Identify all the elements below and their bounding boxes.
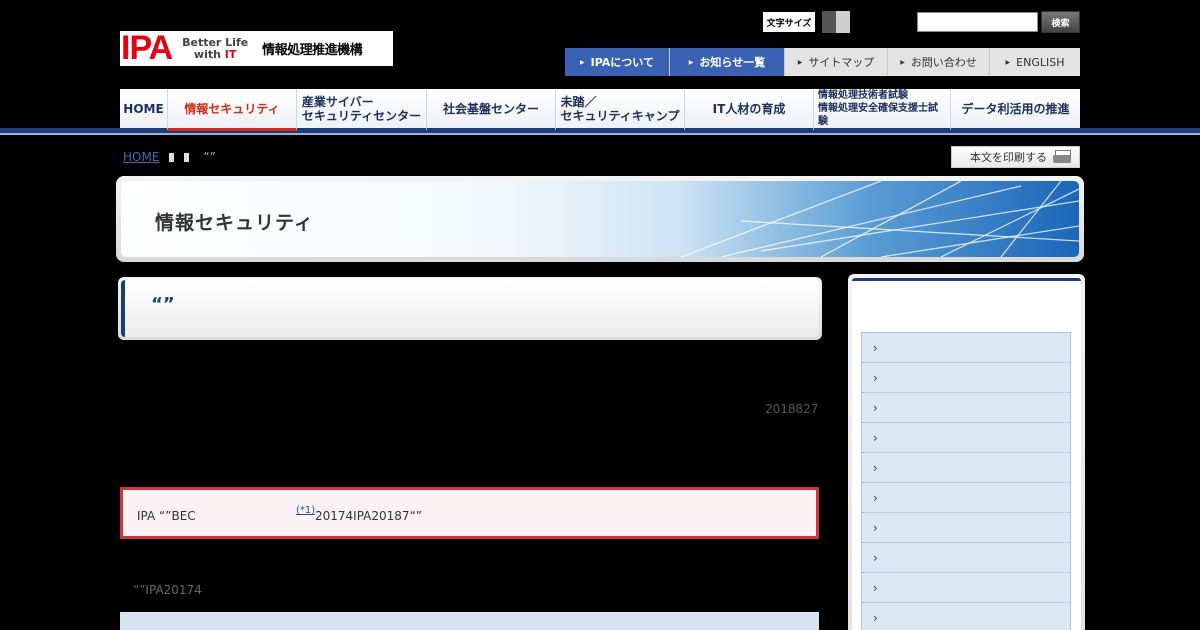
chevron-right-icon: ›	[873, 370, 878, 385]
chevron-right-icon: ›	[873, 520, 878, 535]
logo-mark: IPA	[121, 29, 173, 67]
sidebar-item[interactable]: ›	[862, 483, 1070, 513]
utility-item-contact[interactable]: ▶ お問い合わせ	[888, 48, 990, 76]
utility-item-english[interactable]: ▶ ENGLISH	[990, 48, 1080, 76]
sidebar-inner: › › › › › › › › › ›	[852, 278, 1081, 630]
triangle-icon: ▶	[1005, 58, 1011, 66]
utility-item-about[interactable]: ▶ IPAについて	[565, 48, 670, 76]
breadcrumb: HOME “”	[123, 150, 216, 164]
logo-tag-line2a: with	[193, 47, 225, 61]
ipa-logo[interactable]: IPA Better Life with IT 情報処理推進機構	[120, 31, 393, 66]
utility-item-sitemap[interactable]: ▶ サイトマップ	[785, 48, 888, 76]
gnav-it-hr[interactable]: IT人材の育成	[685, 89, 814, 131]
sidebar-item[interactable]: ›	[862, 603, 1070, 630]
logo-tagline: Better Life with IT	[176, 36, 254, 61]
gnav-label: 社会基盤センター	[442, 101, 539, 116]
gnav-exam[interactable]: 情報処理技術者試験 情報処理安全確保支援士試験	[814, 89, 951, 131]
utility-label: お知らせ一覧	[699, 56, 766, 69]
gnav-label: 情報セキュリティ	[184, 101, 280, 116]
gnav-label: HOME	[123, 101, 164, 116]
body-paragraph: “”IPA20174	[133, 583, 202, 597]
font-size-label: 文字サイズ	[763, 12, 815, 32]
gnav-label: 情報処理技術者試験 情報処理安全確保支援士試験	[818, 90, 938, 127]
breadcrumb-current: “”	[203, 150, 216, 164]
notice-text-2: 20174IPA20187“”	[315, 509, 422, 523]
gnav-social-infra[interactable]: 社会基盤センター	[427, 89, 556, 131]
chevron-right-icon: ›	[873, 490, 878, 505]
triangle-icon: ▶	[688, 58, 694, 66]
page-heading-box: “”	[118, 277, 822, 340]
sidebar-item[interactable]: ›	[862, 543, 1070, 573]
notice-box: IPA “”BEC (*1) 20174IPA20187“”	[120, 487, 819, 539]
chevron-right-icon: ›	[873, 430, 878, 445]
utility-item-news[interactable]: ▶ お知らせ一覧	[670, 48, 785, 76]
gnav-label: 未踏／ セキュリティキャンプ	[560, 94, 680, 123]
gnav-security[interactable]: 情報セキュリティ	[168, 89, 297, 131]
search-button[interactable]: 検索	[1041, 11, 1080, 33]
notice-text-1: IPA “”BEC	[137, 509, 196, 523]
gnav-label: 産業サイバー セキュリティセンター	[301, 94, 422, 123]
printer-icon	[1053, 150, 1071, 164]
sidebar-item[interactable]: ›	[862, 573, 1070, 603]
breadcrumb-separator-icon	[169, 152, 175, 162]
section-banner: 情報セキュリティ	[116, 176, 1084, 262]
sidebar-item[interactable]: ›	[862, 423, 1070, 453]
chevron-right-icon: ›	[873, 610, 878, 625]
print-button[interactable]: 本文を印刷する	[951, 146, 1080, 168]
sidebar-item[interactable]: ›	[862, 513, 1070, 543]
logo-tag-line2b: IT	[224, 47, 237, 61]
logo-org-name: 情報処理推進機構	[262, 43, 363, 58]
sidebar-menu: › › › › › › › › › ›	[861, 332, 1071, 630]
section-title: 情報セキュリティ	[155, 212, 314, 234]
utility-nav: ▶ IPAについて ▶ お知らせ一覧 ▶ サイトマップ ▶ お問い合わせ ▶ ENGLIS…	[565, 48, 1080, 76]
page-title: “”	[151, 294, 175, 315]
breadcrumb-home[interactable]: HOME	[123, 150, 159, 164]
section-banner-inner: 情報セキュリティ	[121, 181, 1079, 257]
gnav-label: IT人材の育成	[712, 101, 786, 116]
publish-date: 2018827	[765, 402, 819, 416]
global-nav-line	[0, 133, 1200, 135]
triangle-icon: ▶	[900, 58, 905, 66]
sidebar-item[interactable]: ›	[862, 363, 1070, 393]
triangle-icon: ▶	[797, 58, 803, 66]
print-button-label: 本文を印刷する	[970, 151, 1047, 164]
sidebar-item[interactable]: ›	[862, 393, 1070, 423]
gnav-data[interactable]: データ利活用の推進	[951, 89, 1080, 131]
triangle-icon: ▶	[580, 58, 585, 66]
page-heading-inner: “”	[121, 280, 819, 337]
gnav-label: データ利活用の推進	[961, 101, 1070, 116]
chevron-right-icon: ›	[873, 550, 878, 565]
global-nav: HOME 情報セキュリティ 産業サイバー セキュリティセンター 社会基盤センター …	[120, 89, 1080, 131]
utility-label: サイトマップ	[808, 56, 875, 69]
sidebar-item[interactable]: ›	[862, 453, 1070, 483]
chevron-right-icon: ›	[873, 400, 878, 415]
utility-label: お問い合わせ	[910, 56, 977, 69]
chevron-right-icon: ›	[873, 340, 878, 355]
chevron-right-icon: ›	[873, 460, 878, 475]
gnav-home[interactable]: HOME	[120, 89, 168, 131]
footnote-link[interactable]: (*1)	[296, 505, 315, 516]
sidebar-item[interactable]: ›	[862, 333, 1070, 363]
font-size-standard-button[interactable]	[822, 11, 836, 33]
font-size-large-button[interactable]	[836, 11, 850, 33]
sidebar: › › › › › › › › › ›	[848, 274, 1085, 630]
gnav-industrial-cyber[interactable]: 産業サイバー セキュリティセンター	[297, 89, 427, 131]
utility-label: IPAについて	[590, 56, 654, 69]
utility-label: ENGLISH	[1016, 55, 1065, 69]
search-input[interactable]	[917, 12, 1038, 32]
gnav-mitou[interactable]: 未踏／ セキュリティキャンプ	[556, 89, 685, 131]
breadcrumb-separator-icon	[184, 152, 190, 162]
info-box	[120, 612, 819, 630]
chevron-right-icon: ›	[873, 580, 878, 595]
